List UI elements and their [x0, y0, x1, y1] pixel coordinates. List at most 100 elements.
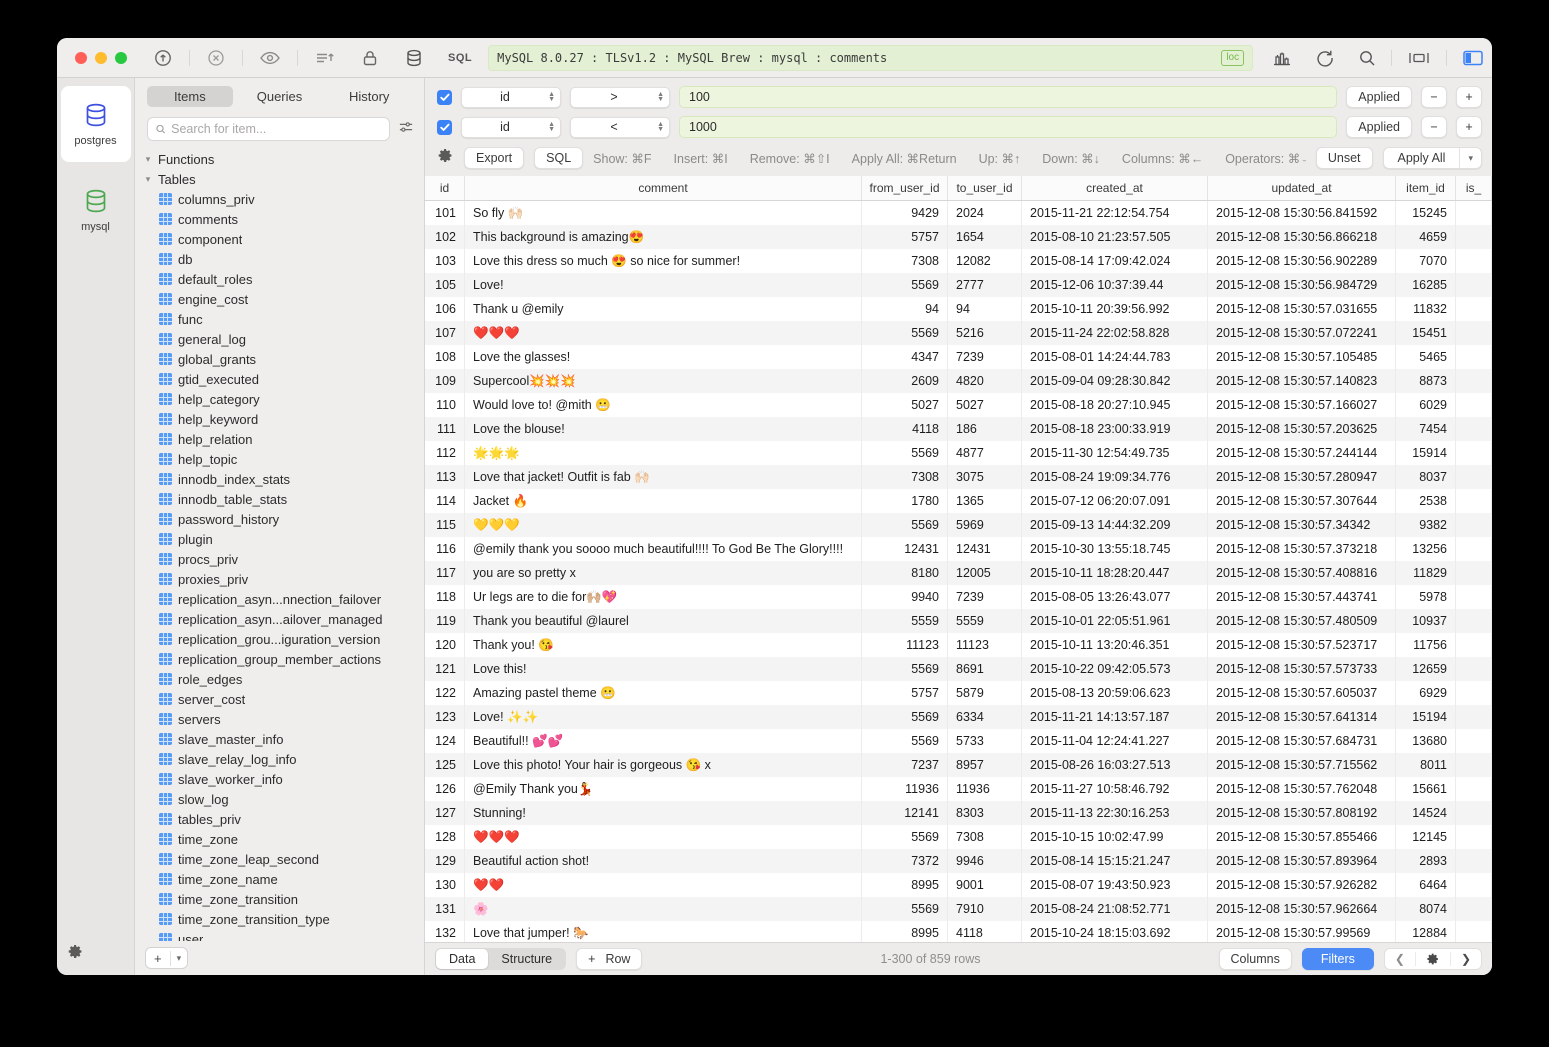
cell[interactable]: 2015-12-08 15:30:57.408816 — [1208, 561, 1396, 585]
export-button[interactable]: Export — [464, 147, 524, 169]
cell[interactable]: 103 — [425, 249, 465, 273]
cell[interactable]: Beautiful action shot! — [465, 849, 862, 873]
cell[interactable]: 15914 — [1396, 441, 1456, 465]
cell[interactable] — [1456, 633, 1492, 657]
cell[interactable]: 9946 — [948, 849, 1022, 873]
table-row[interactable]: 121Love this!556986912015-10-22 09:42:05… — [425, 657, 1492, 681]
cell[interactable]: 2015-12-08 15:30:57.926282 — [1208, 873, 1396, 897]
cell[interactable]: 94 — [862, 297, 948, 321]
cell[interactable]: 2015-12-08 15:30:57.573733 — [1208, 657, 1396, 681]
table-row[interactable]: 131🌸556979102015-08-24 21:08:52.7712015-… — [425, 897, 1492, 921]
cell[interactable]: 3075 — [948, 465, 1022, 489]
table-row[interactable]: 130❤️❤️899590012015-08-07 19:43:50.92320… — [425, 873, 1492, 897]
cell[interactable]: 8995 — [862, 921, 948, 942]
cell[interactable]: 131 — [425, 897, 465, 921]
cell[interactable]: 2015-11-13 22:30:16.253 — [1022, 801, 1208, 825]
cell[interactable]: 2015-10-11 18:28:20.447 — [1022, 561, 1208, 585]
table-row[interactable]: 114Jacket 🔥178013652015-07-12 06:20:07.0… — [425, 489, 1492, 513]
cell[interactable]: 7308 — [862, 465, 948, 489]
cell[interactable] — [1456, 201, 1492, 225]
cell[interactable]: Love the blouse! — [465, 417, 862, 441]
previous-page-icon[interactable]: ❮ — [1385, 952, 1415, 966]
cell[interactable]: 15661 — [1396, 777, 1456, 801]
cell[interactable]: 11123 — [948, 633, 1022, 657]
cell[interactable]: So fly 🙌🏻 — [465, 201, 862, 225]
cell[interactable]: 2015-12-08 15:30:57.34342 — [1208, 513, 1396, 537]
sidebar-table-item[interactable]: comments — [135, 209, 424, 229]
table-row[interactable]: 120Thank you! 😘11123111232015-10-11 13:2… — [425, 633, 1492, 657]
cell[interactable]: Supercool💥💥💥 — [465, 369, 862, 393]
backup-icon[interactable] — [314, 48, 336, 68]
cell[interactable]: 5569 — [862, 513, 948, 537]
cell[interactable]: Love! ✨✨ — [465, 705, 862, 729]
filter-sliders-icon[interactable] — [398, 120, 414, 139]
columns-button[interactable]: Columns — [1219, 948, 1292, 970]
table-row[interactable]: 108Love the glasses!434772392015-08-01 1… — [425, 345, 1492, 369]
cell[interactable]: 5569 — [862, 897, 948, 921]
cell[interactable] — [1456, 249, 1492, 273]
cell[interactable]: 7070 — [1396, 249, 1456, 273]
cell[interactable]: 119 — [425, 609, 465, 633]
cell[interactable] — [1456, 321, 1492, 345]
sidebar-table-item[interactable]: global_grants — [135, 349, 424, 369]
table-row[interactable]: 124Beautiful!! 💕💕556957332015-11-04 12:2… — [425, 729, 1492, 753]
cell[interactable]: 5569 — [862, 825, 948, 849]
cell[interactable]: 2015-11-30 12:54:49.735 — [1022, 441, 1208, 465]
table-row[interactable]: 123Love! ✨✨556963342015-11-21 14:13:57.1… — [425, 705, 1492, 729]
editor-layout-icon[interactable] — [1406, 48, 1432, 68]
table-row[interactable]: 129Beautiful action shot!737299462015-08… — [425, 849, 1492, 873]
cell[interactable]: 11832 — [1396, 297, 1456, 321]
preview-eye-icon[interactable] — [259, 48, 281, 68]
table-row[interactable]: 111Love the blouse!41181862015-08-18 23:… — [425, 417, 1492, 441]
filter-enabled-checkbox[interactable] — [437, 90, 452, 105]
cell[interactable] — [1456, 681, 1492, 705]
cell[interactable]: 111 — [425, 417, 465, 441]
sidebar-table-item[interactable]: columns_priv — [135, 189, 424, 209]
table-row[interactable]: 116@emily thank you soooo much beautiful… — [425, 537, 1492, 561]
cell[interactable]: Love the glasses! — [465, 345, 862, 369]
cell[interactable]: 2015-12-08 15:30:57.684731 — [1208, 729, 1396, 753]
sidebar-table-item[interactable]: component — [135, 229, 424, 249]
cell[interactable]: 2015-12-08 15:30:57.031655 — [1208, 297, 1396, 321]
cell[interactable]: 8011 — [1396, 753, 1456, 777]
sidebar-table-item[interactable]: help_category — [135, 389, 424, 409]
sidebar-table-item[interactable]: innodb_table_stats — [135, 489, 424, 509]
sidebar-tab-items[interactable]: Items — [147, 86, 233, 107]
sidebar-table-item[interactable]: slow_log — [135, 789, 424, 809]
cell[interactable]: 2015-12-08 15:30:57.072241 — [1208, 321, 1396, 345]
table-row[interactable]: 118Ur legs are to die for🙌🏼💖994072392015… — [425, 585, 1492, 609]
chevron-down-icon[interactable]: ▾ — [171, 953, 188, 964]
cell[interactable]: 109 — [425, 369, 465, 393]
sidebar-table-item[interactable]: gtid_executed — [135, 369, 424, 389]
sidebar-tab-queries[interactable]: Queries — [237, 86, 323, 107]
cell[interactable]: Ur legs are to die for🙌🏼💖 — [465, 585, 862, 609]
column-header-id[interactable]: id — [425, 176, 465, 200]
cell[interactable] — [1456, 297, 1492, 321]
cell[interactable]: 101 — [425, 201, 465, 225]
cell[interactable]: 🌸 — [465, 897, 862, 921]
cell[interactable]: 10937 — [1396, 609, 1456, 633]
cell[interactable]: 15245 — [1396, 201, 1456, 225]
cell[interactable]: 2015-08-05 13:26:43.077 — [1022, 585, 1208, 609]
cell[interactable]: 2015-12-08 15:30:57.480509 — [1208, 609, 1396, 633]
cell[interactable]: 127 — [425, 801, 465, 825]
cell[interactable]: 9940 — [862, 585, 948, 609]
cell[interactable]: Amazing pastel theme 😬 — [465, 681, 862, 705]
sidebar-table-item[interactable]: slave_worker_info — [135, 769, 424, 789]
sidebar-tab-history[interactable]: History — [326, 86, 412, 107]
cell[interactable]: 5465 — [1396, 345, 1456, 369]
cell[interactable]: 2015-12-08 15:30:57.715562 — [1208, 753, 1396, 777]
sidebar-table-item[interactable]: procs_priv — [135, 549, 424, 569]
cell[interactable] — [1456, 873, 1492, 897]
cell[interactable]: 5027 — [948, 393, 1022, 417]
cell[interactable]: Love this! — [465, 657, 862, 681]
cell[interactable]: 112 — [425, 441, 465, 465]
cell[interactable]: 6464 — [1396, 873, 1456, 897]
next-page-icon[interactable]: ❯ — [1450, 952, 1481, 966]
column-header-to_user_id[interactable]: to_user_id — [948, 176, 1022, 200]
cell[interactable]: 2015-08-01 14:24:44.783 — [1022, 345, 1208, 369]
tab-structure[interactable]: Structure — [488, 949, 565, 969]
cell[interactable]: 2015-10-11 20:39:56.992 — [1022, 297, 1208, 321]
cell[interactable]: 2015-10-24 18:15:03.692 — [1022, 921, 1208, 942]
sidebar-table-item[interactable]: tables_priv — [135, 809, 424, 829]
